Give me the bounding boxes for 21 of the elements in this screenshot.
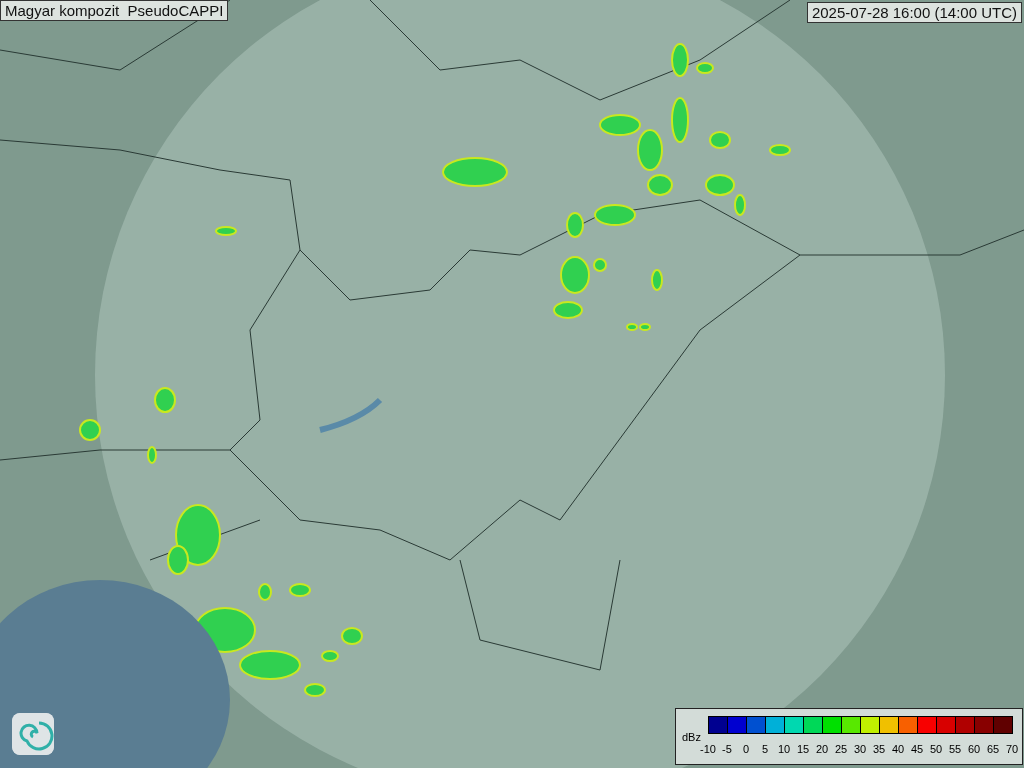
scale-tick-label: 45: [910, 743, 924, 755]
scale-tick-label: 10: [777, 743, 791, 755]
scale-tick-label: 60: [967, 743, 981, 755]
scale-tick-label: -10: [700, 743, 716, 755]
scale-tick-label: 35: [872, 743, 886, 755]
scale-tick-label: 70: [1005, 743, 1019, 755]
unit-label: dBz: [682, 731, 701, 743]
timestamp: 2025-07-28 16:00 (14:00 UTC): [806, 2, 1022, 23]
scale-tick-label: 5: [761, 743, 769, 755]
scale-tick-label: 40: [891, 743, 905, 755]
scale-tick-label: 0: [742, 743, 750, 755]
swirl-logo-icon: [12, 713, 54, 755]
scale-tick-label: 15: [796, 743, 810, 755]
scale-tick-label: 20: [815, 743, 829, 755]
scale-tick-label: 25: [834, 743, 848, 755]
scale-tick-label: 65: [986, 743, 1000, 755]
map-title: Magyar kompozit PseudoCAPPI: [0, 0, 229, 21]
scale-tick-label: 50: [929, 743, 943, 755]
scale-tick-label: 30: [853, 743, 867, 755]
scale-tick-label: 55: [948, 743, 962, 755]
scale-tick-label: -5: [722, 743, 732, 755]
